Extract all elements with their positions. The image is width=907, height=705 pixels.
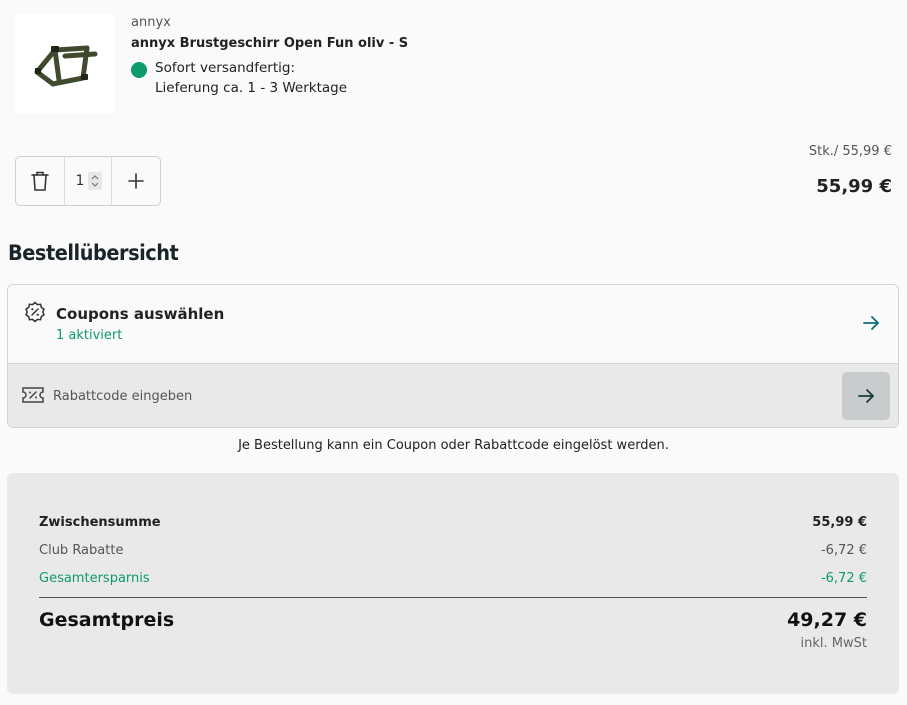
subtotal-value: 55,99 € (812, 515, 867, 530)
total-row: Gesamtpreis 49,27 € (39, 609, 867, 631)
line-total: 55,99 € (816, 176, 892, 197)
order-summary: Zwischensumme 55,99 € Club Rabatte -6,72… (7, 473, 899, 694)
total-label: Gesamtpreis (39, 609, 175, 631)
total-value: 49,27 € (787, 609, 867, 631)
shipping-status: Sofort versandfertig: (155, 60, 296, 76)
subtotal-label: Zwischensumme (39, 515, 161, 530)
total-savings-row: Gesamtersparnis -6,72 € (39, 571, 867, 586)
club-discount-value: -6,72 € (820, 543, 867, 558)
ticket-icon (22, 387, 44, 403)
coupon-card: Coupons auswählen 1 aktiviert (7, 284, 899, 428)
quantity-field (63, 157, 113, 205)
coupon-title: Coupons auswählen (56, 305, 225, 323)
select-coupons-row[interactable]: Coupons auswählen 1 aktiviert (8, 285, 898, 363)
total-savings-label: Gesamtersparnis (39, 571, 150, 586)
trash-icon (31, 171, 49, 191)
quantity-stepper (15, 156, 161, 206)
club-discount-label: Club Rabatte (39, 543, 124, 558)
arrow-right-icon (863, 316, 879, 330)
quantity-input[interactable] (74, 173, 86, 189)
coupon-percent-icon (25, 301, 45, 323)
product-name[interactable]: annyx Brustgeschirr Open Fun oliv - S (131, 36, 408, 51)
coupon-note: Je Bestellung kann ein Coupon oder Rabat… (238, 438, 669, 453)
subtotal-row: Zwischensumme 55,99 € (39, 515, 867, 530)
section-title: Bestellübersicht (8, 241, 179, 265)
discount-code-input[interactable] (53, 386, 753, 406)
chevron-up-icon (91, 175, 99, 180)
quantity-spinner[interactable] (88, 172, 102, 190)
plus-icon (128, 173, 144, 189)
coupon-activated-count: 1 aktiviert (56, 328, 123, 343)
total-savings-value: -6,72 € (820, 571, 867, 586)
product-brand: annyx (131, 15, 171, 30)
chevron-down-icon (91, 182, 99, 187)
delete-item-button[interactable] (16, 157, 64, 205)
product-image[interactable] (15, 14, 115, 113)
apply-code-button[interactable] (842, 372, 890, 420)
club-discount-row: Club Rabatte -6,72 € (39, 543, 867, 558)
arrow-right-icon (858, 389, 874, 403)
discount-code-row (8, 363, 898, 427)
shipping-status-dot (131, 62, 147, 78)
increase-quantity-button[interactable] (112, 157, 160, 205)
shipping-time: Lieferung ca. 1 - 3 Werktage (155, 80, 348, 96)
vat-note: inkl. MwSt (800, 636, 867, 651)
dog-harness-image (34, 45, 98, 87)
summary-divider (39, 597, 867, 598)
unit-price: Stk./ 55,99 € (808, 144, 892, 159)
